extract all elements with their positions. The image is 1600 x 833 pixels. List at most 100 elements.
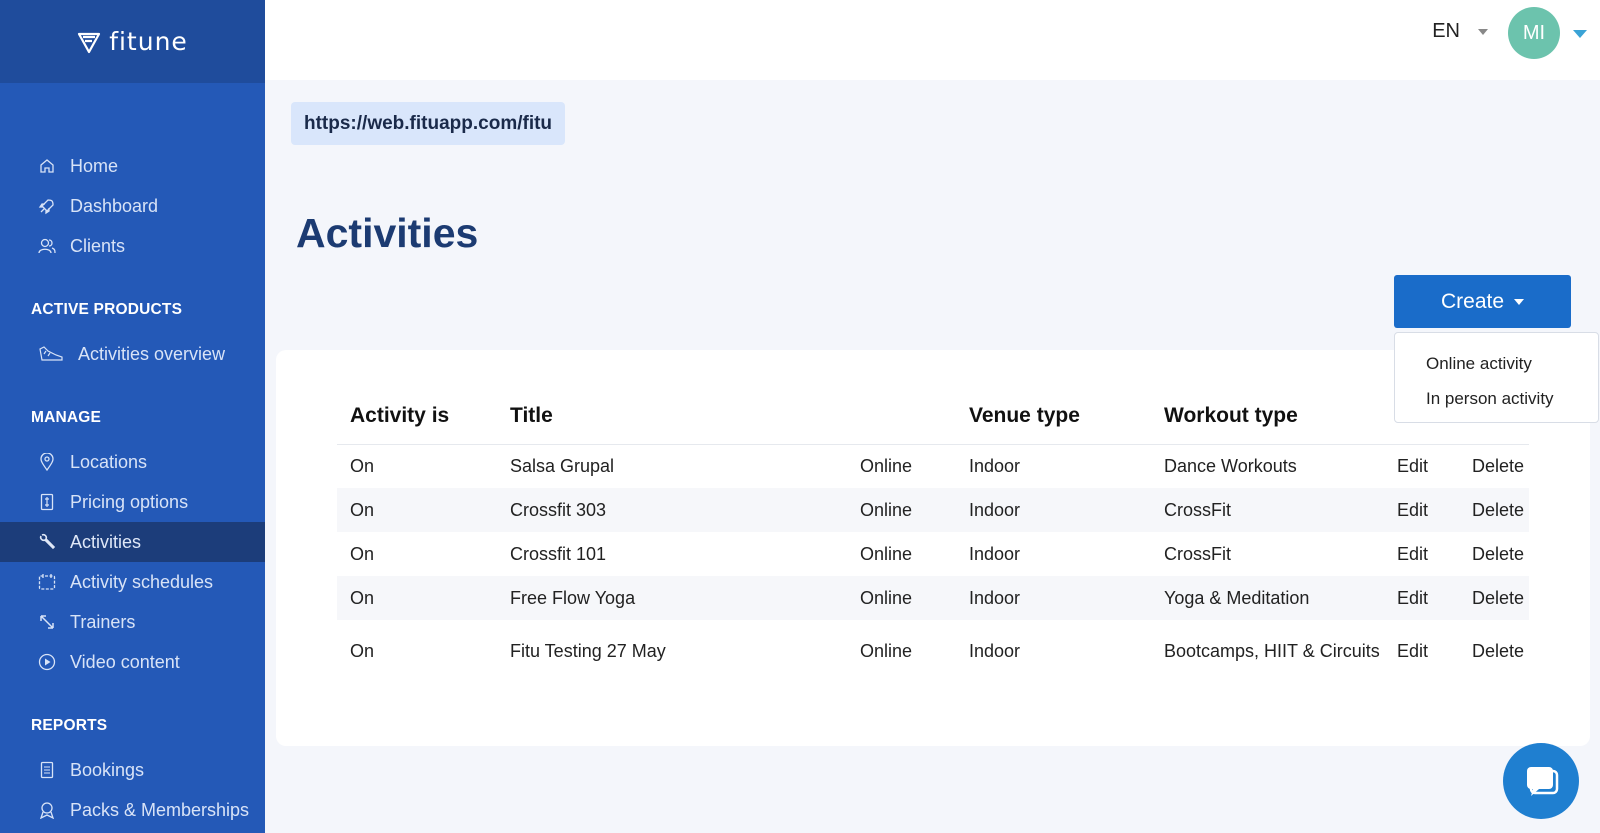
cell-workout: Dance Workouts	[1164, 455, 1297, 476]
topbar: EN MI	[265, 0, 1600, 80]
sneaker-icon	[38, 345, 64, 363]
sidebar-item-label: Dashboard	[70, 195, 159, 216]
brand-name: fitune	[109, 27, 188, 56]
sidebar: fitune Home Dashboard Clients ACTIVE PRO…	[0, 0, 265, 833]
create-dropdown-menu: Online activity In person activity	[1394, 332, 1599, 423]
column-header-mode	[847, 388, 956, 445]
table-row: On Free Flow Yoga Online Indoor Yoga & M…	[337, 576, 1529, 620]
sidebar-item-trainers[interactable]: Trainers	[0, 602, 265, 642]
delete-link[interactable]: Delete	[1459, 488, 1529, 532]
delete-link[interactable]: Delete	[1459, 532, 1529, 576]
public-url-chip[interactable]: https://web.fituapp.com/fitu	[291, 102, 566, 145]
cell-mode: Online	[860, 455, 913, 476]
section-title-manage: MANAGE	[31, 409, 102, 426]
avatar[interactable]: MI	[1508, 7, 1560, 59]
cell-workout: Bootcamps, HIIT & Circuits	[1164, 640, 1380, 661]
sidebar-item-label: Trainers	[70, 611, 136, 632]
user-menu-chevron-icon[interactable]	[1573, 30, 1587, 38]
sidebar-item-label: Clients	[70, 235, 126, 256]
sidebar-item-pricing-options[interactable]: Pricing options	[0, 482, 265, 522]
users-icon	[38, 237, 56, 255]
activities-card: Activity is Title Venue type Workout typ…	[276, 350, 1590, 746]
language-selector[interactable]: EN	[1432, 20, 1488, 43]
menu-item-online-activity[interactable]: Online activity	[1395, 351, 1598, 386]
logo-mark-icon	[78, 32, 101, 53]
cell-status: On	[350, 640, 375, 661]
sidebar-item-dashboard[interactable]: Dashboard	[0, 186, 265, 226]
play-circle-icon	[38, 653, 56, 671]
sidebar-item-label: Packs & Memberships	[70, 799, 250, 820]
rocket-icon	[38, 197, 56, 215]
cell-title: Fitu Testing 27 May	[510, 640, 666, 661]
brand-logo[interactable]: fitune	[77, 27, 188, 56]
language-label: EN	[1432, 20, 1460, 42]
sidebar-item-label: Activity schedules	[70, 571, 214, 592]
location-pin-icon	[38, 453, 56, 471]
delete-link[interactable]: Delete	[1459, 620, 1529, 682]
sidebar-item-activity-schedules[interactable]: Activity schedules	[0, 562, 265, 602]
expand-arrows-icon	[38, 613, 56, 631]
activities-table: Activity is Title Venue type Workout typ…	[337, 388, 1529, 682]
cell-venue: Indoor	[969, 640, 1021, 661]
sidebar-item-packs-memberships[interactable]: Packs & Memberships	[0, 790, 265, 830]
sidebar-item-activities[interactable]: Activities	[0, 522, 265, 562]
logo-bar: fitune	[0, 0, 265, 83]
cell-title: Crossfit 303	[497, 488, 847, 532]
sidebar-item-locations[interactable]: Locations	[0, 442, 265, 482]
chevron-down-icon	[1514, 298, 1525, 305]
cell-mode: Online	[847, 488, 956, 532]
sidebar-item-bookings[interactable]: Bookings	[0, 750, 265, 790]
cell-venue: Indoor	[956, 576, 1151, 620]
wrench-icon	[38, 533, 56, 551]
cell-title: Salsa Grupal	[510, 455, 615, 476]
edit-link[interactable]: Edit	[1384, 532, 1459, 576]
column-header-title: Title	[497, 388, 847, 445]
cell-title: Free Flow Yoga	[497, 576, 847, 620]
create-button[interactable]: Create	[1394, 275, 1571, 328]
table-row: On Crossfit 101 Online Indoor CrossFit E…	[337, 532, 1529, 576]
column-header-activity-is: Activity is	[337, 388, 497, 445]
edit-link[interactable]: Edit	[1384, 620, 1459, 682]
cell-status: On	[337, 576, 497, 620]
edit-link[interactable]: Edit	[1384, 444, 1459, 488]
chat-bubble-icon	[1527, 767, 1559, 796]
sidebar-item-clients[interactable]: Clients	[0, 226, 265, 266]
sidebar-item-label: Bookings	[70, 759, 145, 780]
edit-link[interactable]: Edit	[1384, 488, 1459, 532]
table-row: On Salsa Grupal Online Indoor Dance Work…	[337, 444, 1529, 488]
sidebar-item-video-content[interactable]: Video content	[0, 642, 265, 682]
sidebar-item-label: Video content	[70, 651, 180, 672]
page-title: Activities	[296, 210, 479, 256]
cell-mode: Online	[847, 576, 956, 620]
chevron-down-icon	[1478, 28, 1488, 35]
column-header-workout-type: Workout type	[1151, 388, 1384, 445]
section-title-active-products: ACTIVE PRODUCTS	[31, 301, 183, 318]
column-header-venue-type: Venue type	[956, 388, 1151, 445]
cell-mode: Online	[860, 543, 913, 564]
table-header-row: Activity is Title Venue type Workout typ…	[337, 388, 1529, 445]
sidebar-item-label: Activities	[70, 531, 142, 552]
section-title-reports: REPORTS	[31, 717, 108, 734]
cell-workout: Yoga & Meditation	[1151, 576, 1384, 620]
cell-venue: Indoor	[969, 455, 1021, 476]
table-row: On Fitu Testing 27 May Online Indoor Boo…	[337, 620, 1529, 682]
home-icon	[38, 157, 56, 175]
cell-title: Crossfit 101	[510, 543, 607, 564]
award-icon	[38, 801, 56, 819]
cell-status: On	[337, 488, 497, 532]
chat-launcher-button[interactable]	[1503, 743, 1579, 819]
edit-link[interactable]: Edit	[1384, 576, 1459, 620]
sidebar-item-label: Activities overview	[78, 343, 226, 364]
create-button-label: Create	[1440, 289, 1505, 313]
sidebar-item-home[interactable]: Home	[0, 146, 265, 186]
delete-link[interactable]: Delete	[1459, 576, 1529, 620]
menu-item-in-person-activity[interactable]: In person activity	[1395, 386, 1598, 421]
clipboard-icon	[38, 761, 56, 779]
sidebar-item-label: Locations	[70, 451, 148, 472]
sidebar-item-activities-overview[interactable]: Activities overview	[0, 334, 265, 374]
delete-link[interactable]: Delete	[1459, 444, 1529, 488]
sidebar-item-label: Pricing options	[70, 491, 189, 512]
sidebar-item-label: Home	[70, 155, 119, 176]
cell-venue: Indoor	[969, 543, 1021, 564]
table-row: On Crossfit 303 Online Indoor CrossFit E…	[337, 488, 1529, 532]
